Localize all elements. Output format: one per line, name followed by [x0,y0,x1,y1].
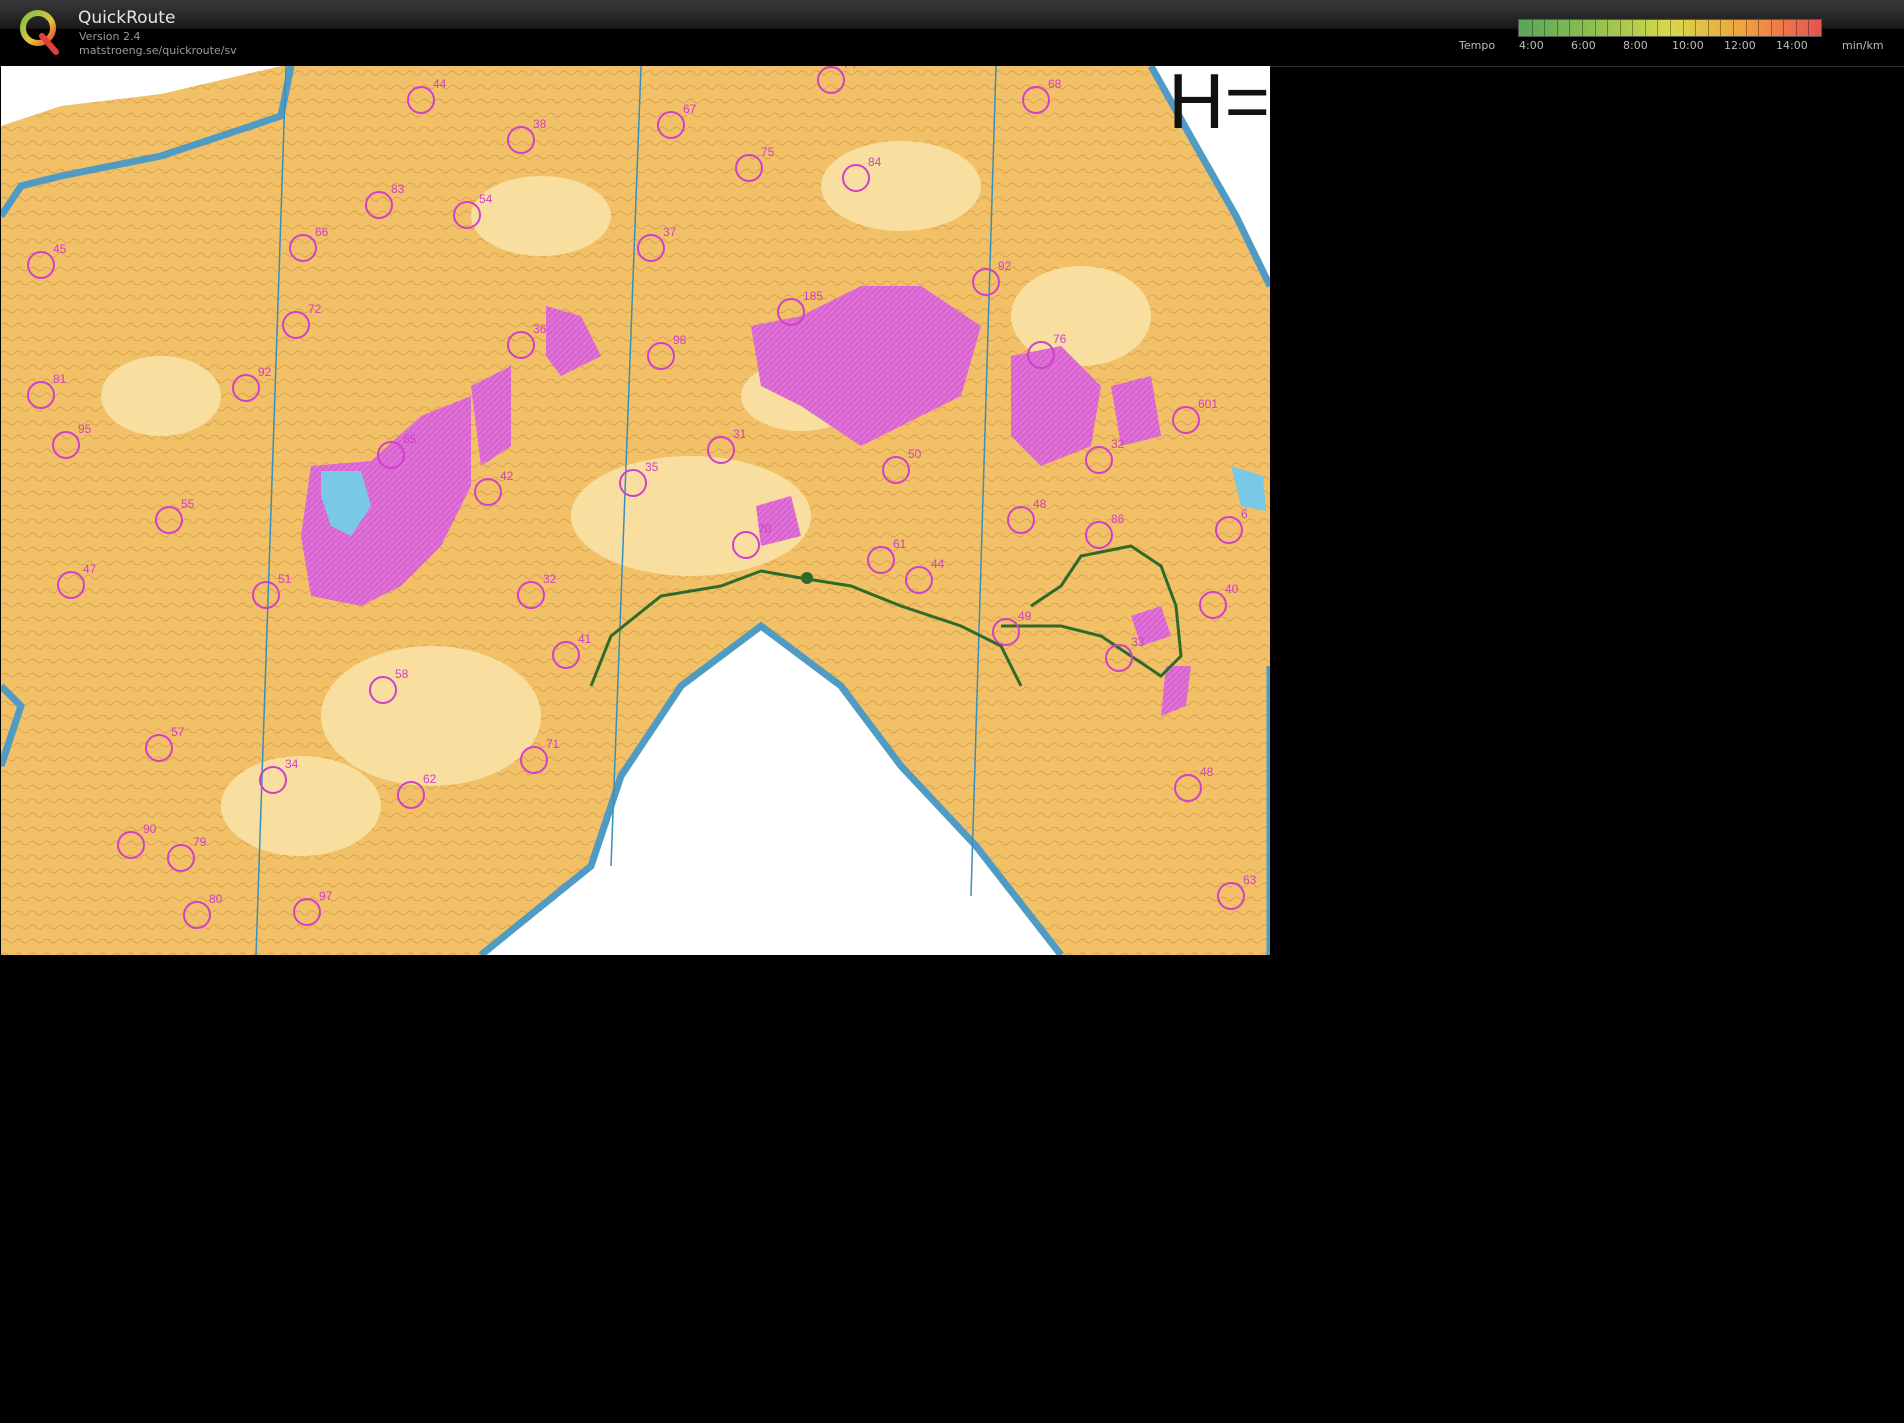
control-number: 68 [1048,77,1062,91]
control-number: 55 [181,497,195,511]
control-number: 45 [53,242,67,256]
tempo-scale-tick [1581,20,1583,36]
control-number: 35 [645,460,659,474]
control-number: 48 [1033,497,1047,511]
tempo-scale-tick [1619,20,1621,36]
tempo-tick-label: 12:00 [1724,39,1756,52]
control-number: 84 [868,155,882,169]
control-number: 58 [395,667,409,681]
control-number: 75 [761,145,775,159]
control-number: 61 [893,537,907,551]
control-number: 51 [278,572,292,586]
control-number: 67 [683,102,697,116]
control-number: 95 [78,422,92,436]
control-number: 47 [83,562,97,576]
control-number: 44 [931,557,945,571]
tempo-scale-tick [1770,20,1772,36]
orienteering-map[interactable]: 38 44 67 74 68 83 54 75 84 37 45 66 92 72 36 185 76 81 92 9… [1,66,1270,955]
tempo-scale-tick [1795,20,1797,36]
control-number: 57 [171,725,185,739]
control-number: 49 [1018,609,1032,623]
tempo-scale-tick [1707,20,1709,36]
control-number: 83 [391,182,405,196]
control-number: 86 [1111,512,1125,526]
tempo-scale-tick [1695,20,1697,36]
control-number: 37 [663,225,677,239]
control-number: 6 [1241,507,1248,521]
control-number: 98 [673,333,687,347]
control-number: 90 [143,822,157,836]
tempo-label: Tempo [1459,39,1496,52]
control-number: 72 [308,302,322,316]
control-number: 81 [53,372,67,386]
control-number: 38 [533,117,547,131]
tempo-tick-label: 4:00 [1519,39,1544,52]
tempo-scale-tick [1531,20,1533,36]
tempo-tick-label: 14:00 [1776,39,1808,52]
control-number: 66 [315,225,329,239]
tempo-scale-tick [1745,20,1747,36]
control-number: 48 [1200,765,1214,779]
control-number: 54 [479,192,493,206]
control-number: 65 [403,432,417,446]
control-number: 32 [1111,437,1125,451]
tempo-scale-tick [1544,20,1546,36]
tempo-scale-tick [1594,20,1596,36]
control-number: 92 [998,259,1012,273]
control-number: 71 [546,737,560,751]
control-number: 76 [1053,332,1067,346]
control-number: 41 [578,632,592,646]
control-number: 97 [319,889,333,903]
control-number: 601 [1198,397,1218,411]
tempo-scale-tick [1657,20,1659,36]
tempo-scale-tick [1556,20,1558,36]
control-number: 80 [209,892,223,906]
control-number: 42 [500,469,514,483]
control-number: 34 [285,757,299,771]
control-number: 74 [843,66,857,71]
tempo-scale-tick [1783,20,1785,36]
tempo-scale-tick [1607,20,1609,36]
app-title: QuickRoute [78,8,176,28]
app-header: QuickRoute Version 2.4 matstroeng.se/qui… [0,0,1904,67]
control-number: 33 [1131,635,1145,649]
control-number: 36 [533,322,547,336]
control-number: 32 [543,572,557,586]
tempo-scale-tick [1808,20,1810,36]
route-start-marker [801,572,813,584]
tempo-scale-tick [1732,20,1734,36]
quickroute-logo-icon [20,10,59,55]
map-overlay-text: H= [1168,66,1270,145]
tempo-scale-tick [1720,20,1722,36]
tempo-tick-label: 10:00 [1672,39,1704,52]
control-number: 31 [733,427,747,441]
tempo-scale-tick [1632,20,1634,36]
tempo-color-scale [1518,19,1822,37]
tempo-tick-label: 6:00 [1571,39,1596,52]
control-number: 44 [433,77,447,91]
tempo-scale-tick [1569,20,1571,36]
tempo-scale-tick [1682,20,1684,36]
tempo-scale-tick [1758,20,1760,36]
map-canvas[interactable]: 38 44 67 74 68 83 54 75 84 37 45 66 92 72 36 185 76 81 92 9… [1,66,1270,955]
tempo-tick-label: 8:00 [1623,39,1648,52]
control-number: 62 [423,772,437,786]
app-version: Version 2.4 [79,30,141,43]
control-number: 50 [908,447,922,461]
control-number: 79 [193,835,207,849]
control-number: 70 [758,522,772,536]
tempo-unit: min/km [1842,39,1884,52]
app-url[interactable]: matstroeng.se/quickroute/sv [79,44,237,57]
control-number: 40 [1225,582,1239,596]
control-number: 92 [258,365,272,379]
tempo-scale-tick [1670,20,1671,36]
control-number: 185 [803,289,823,303]
control-number: 63 [1243,873,1257,887]
tempo-scale-tick [1644,20,1646,36]
